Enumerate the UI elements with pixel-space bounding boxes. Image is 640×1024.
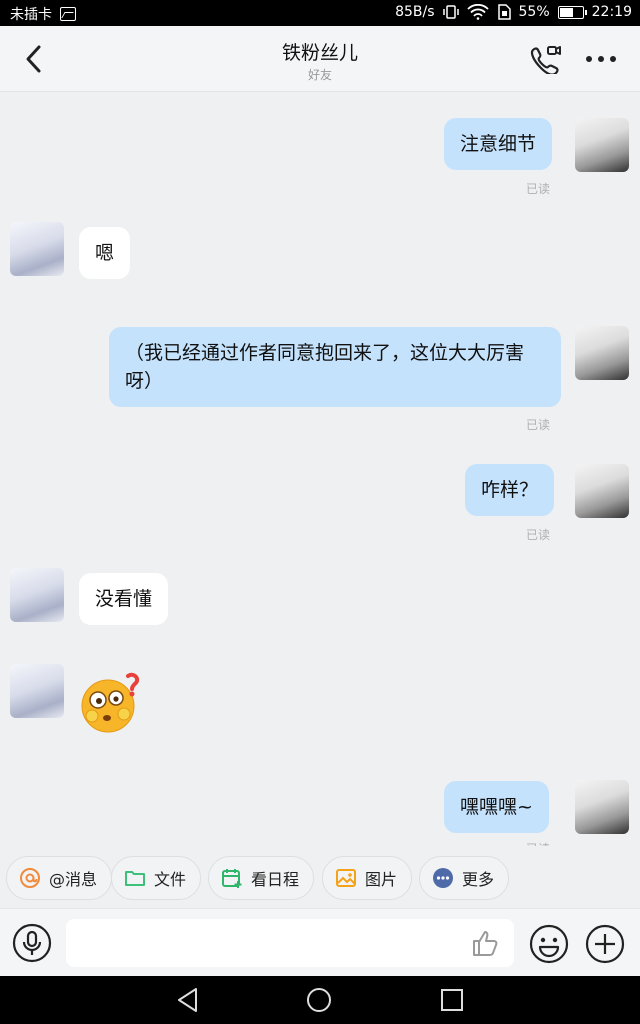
contact-avatar[interactable] — [10, 664, 64, 718]
my-avatar[interactable] — [575, 118, 629, 172]
my-avatar[interactable] — [575, 326, 629, 380]
system-nav-bar — [0, 976, 640, 1024]
tool-at-message[interactable]: @消息 — [6, 856, 113, 900]
message-bubble-sent[interactable]: 嘿嘿嘿~ — [444, 781, 549, 833]
at-icon — [20, 868, 40, 888]
nav-recent-icon[interactable] — [438, 986, 466, 1014]
folder-icon — [125, 871, 145, 886]
message-bubble-sent[interactable]: 注意细节 — [444, 118, 553, 170]
net-speed: 85B/s — [395, 4, 435, 20]
plus-icon[interactable] — [584, 923, 626, 965]
tool-label: 图片 — [365, 870, 398, 889]
message-bubble-received[interactable]: 没看懂 — [79, 573, 169, 625]
contact-avatar[interactable] — [10, 222, 64, 276]
flushed-question-emoji-icon[interactable] — [80, 670, 144, 734]
tool-file[interactable]: 文件 — [111, 856, 202, 900]
my-avatar[interactable] — [575, 464, 629, 518]
message-bubble-received[interactable]: 嗯 — [79, 227, 131, 279]
tool-label: 文件 — [154, 870, 187, 889]
nav-home-icon[interactable] — [305, 986, 333, 1014]
message-bubble-sent[interactable]: 咋样？ — [465, 464, 555, 516]
battery-icon — [557, 5, 587, 19]
vibrate-icon — [442, 5, 459, 19]
message-input[interactable] — [66, 919, 514, 967]
screenshot-notification-icon — [60, 7, 76, 21]
nav-back-icon[interactable] — [174, 986, 202, 1014]
tool-calendar[interactable]: 看日程 — [208, 856, 315, 900]
calendar-add-icon — [222, 869, 242, 888]
tool-image[interactable]: 图片 — [322, 856, 413, 900]
input-bar — [0, 908, 640, 976]
video-call-icon[interactable] — [528, 44, 562, 74]
chat-header: 铁粉丝儿 好友 — [0, 26, 640, 92]
quick-tools-bar: @消息 文件 看日程 图片 更多 — [0, 852, 640, 904]
more-icon — [433, 868, 453, 888]
my-avatar[interactable] — [575, 780, 629, 834]
battery-percent: 55% — [518, 4, 550, 20]
read-receipt: 已读 — [526, 418, 551, 432]
read-receipt: 已读 — [526, 840, 550, 846]
tool-label: 看日程 — [251, 870, 300, 889]
contact-avatar[interactable] — [10, 568, 64, 622]
message-list[interactable]: 注意细节 已读 嗯 （我已经通过作者同意抱回来了，这位大大厉害呀） 已读 咋样？… — [0, 92, 640, 846]
clock: 22:19 — [591, 4, 632, 20]
more-menu-icon[interactable] — [584, 50, 618, 68]
tool-label: 更多 — [462, 870, 495, 889]
tool-label: @消息 — [49, 870, 98, 889]
microphone-icon[interactable] — [12, 923, 52, 963]
sim-icon — [497, 4, 511, 20]
status-bar: 未插卡 85B/s 55% 22:19 — [0, 0, 640, 26]
tool-more[interactable]: 更多 — [419, 856, 510, 900]
wifi-icon — [466, 4, 489, 20]
read-receipt: 已读 — [526, 182, 551, 196]
read-receipt: 已读 — [526, 528, 551, 542]
message-bubble-sent[interactable]: （我已经通过作者同意抱回来了，这位大大厉害呀） — [109, 327, 561, 407]
carrier-text: 未插卡 — [10, 7, 52, 23]
image-icon — [336, 869, 356, 887]
thumbs-up-icon[interactable] — [470, 927, 502, 959]
emoji-face-icon[interactable] — [528, 923, 570, 965]
